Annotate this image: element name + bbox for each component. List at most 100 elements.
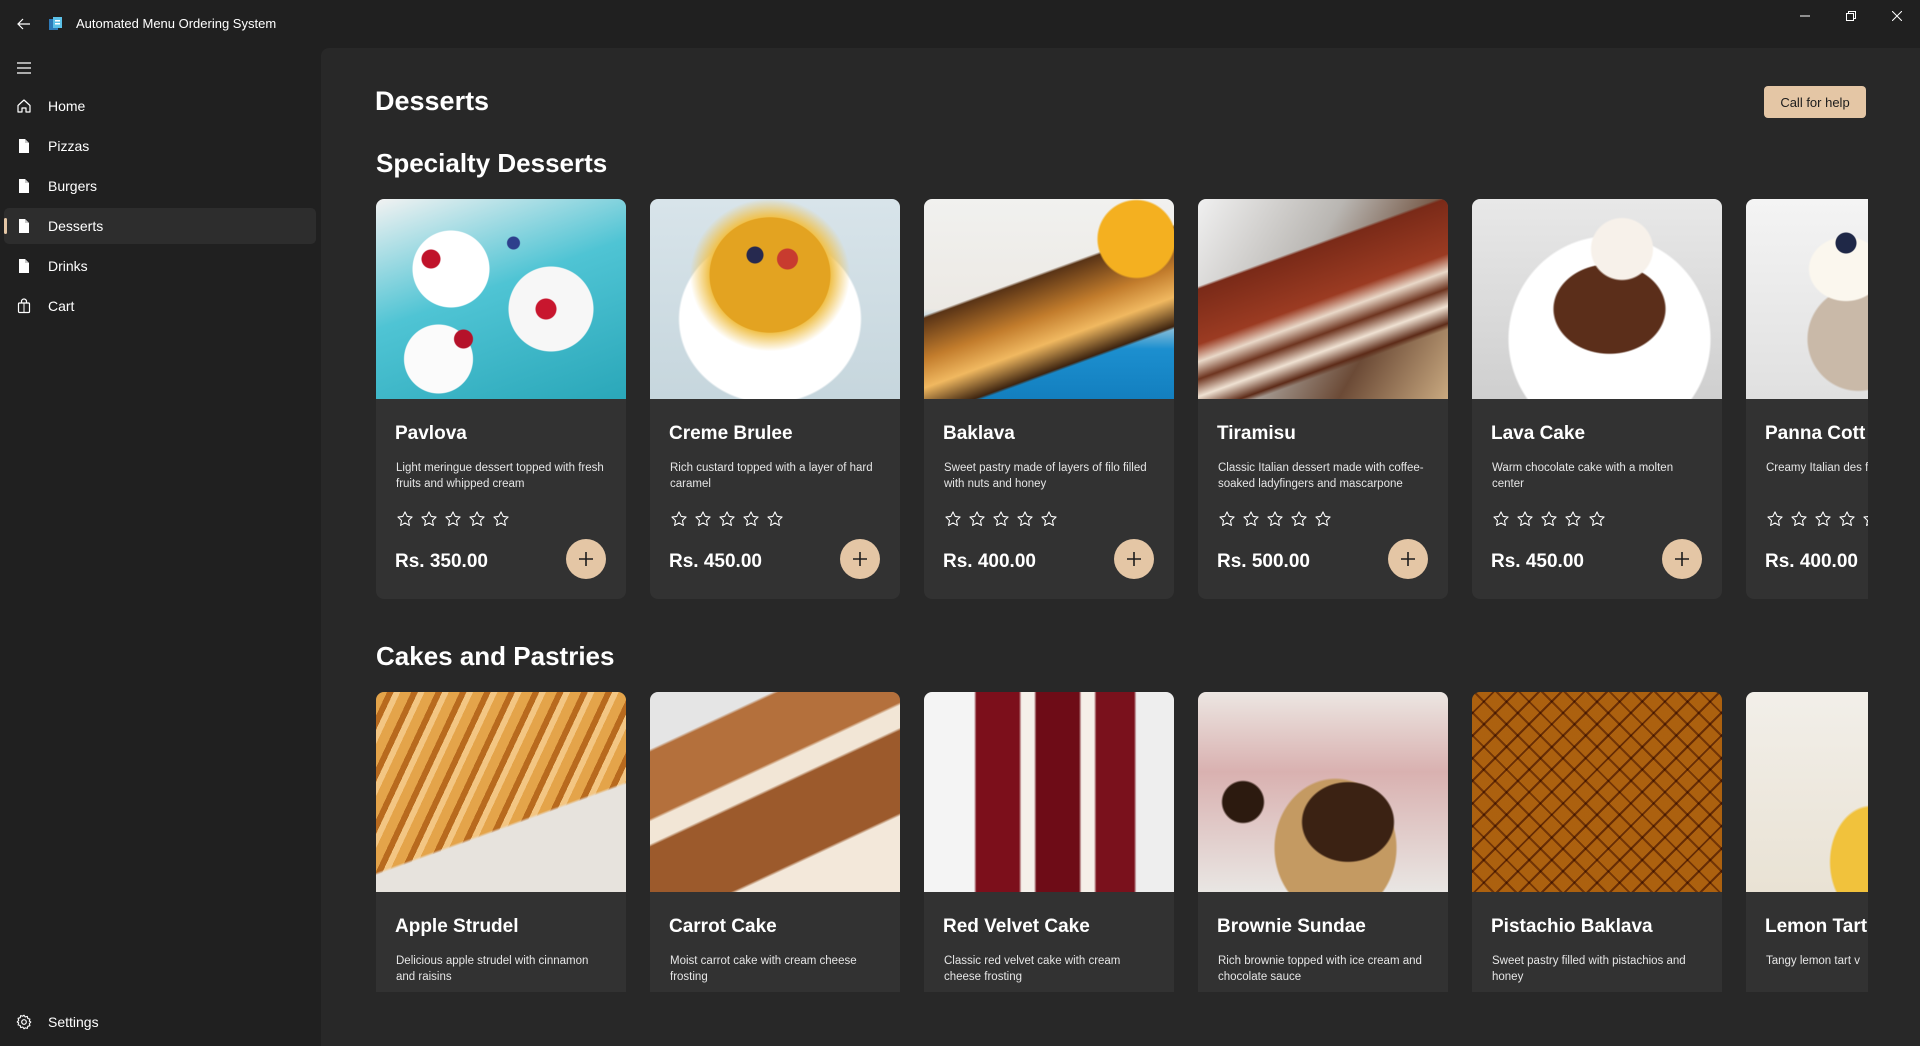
- document-icon: [16, 178, 32, 194]
- item-name: Lemon Tart: [1765, 916, 1868, 937]
- star-icon[interactable]: [1838, 510, 1856, 528]
- sidebar-item-label: Desserts: [48, 218, 104, 234]
- add-to-cart-button[interactable]: [566, 539, 606, 579]
- app-icon: [48, 16, 64, 32]
- star-icon[interactable]: [1790, 510, 1808, 528]
- item-price: Rs. 450.00: [669, 551, 762, 572]
- star-icon[interactable]: [1314, 510, 1332, 528]
- star-icon[interactable]: [1588, 510, 1606, 528]
- star-icon[interactable]: [492, 510, 510, 528]
- home-icon: [16, 98, 32, 114]
- hamburger-menu-icon[interactable]: [12, 56, 36, 80]
- item-description: Creamy Italian des fruit sauce: [1766, 462, 1868, 474]
- star-icon[interactable]: [1242, 510, 1260, 528]
- star-icon[interactable]: [1218, 510, 1236, 528]
- main-content: Desserts Call for help Specialty Dessert…: [321, 48, 1920, 1046]
- star-icon[interactable]: [1540, 510, 1558, 528]
- menu-card: Pavlova Light meringue dessert topped wi…: [376, 199, 626, 599]
- star-icon[interactable]: [718, 510, 736, 528]
- rating-stars[interactable]: [1766, 510, 1868, 528]
- item-name: Creme Brulee: [669, 423, 793, 444]
- item-name: Baklava: [943, 423, 1015, 444]
- sidebar-item-desserts[interactable]: Desserts: [4, 208, 316, 244]
- sidebar-item-settings[interactable]: Settings: [4, 1004, 316, 1040]
- star-icon[interactable]: [1564, 510, 1582, 528]
- title-bar: Automated Menu Ordering System: [0, 0, 1920, 48]
- rating-stars[interactable]: [670, 510, 784, 528]
- section-title: Specialty Desserts: [376, 148, 608, 178]
- close-icon[interactable]: [1874, 0, 1920, 32]
- star-icon[interactable]: [766, 510, 784, 528]
- restore-icon[interactable]: [1828, 0, 1874, 32]
- star-icon[interactable]: [1266, 510, 1284, 528]
- plus-icon: [579, 552, 593, 566]
- item-description: Classic Italian dessert made with coffee…: [1218, 462, 1424, 490]
- back-arrow-icon[interactable]: [12, 12, 36, 36]
- item-description: Tangy lemon tart v: [1766, 955, 1860, 967]
- star-icon[interactable]: [1290, 510, 1308, 528]
- star-icon[interactable]: [468, 510, 486, 528]
- star-icon[interactable]: [1492, 510, 1510, 528]
- menu-card: Lava Cake Warm chocolate cake with a mol…: [1472, 199, 1722, 599]
- cakes-and-pastries-row: Apple Strudel Delicious apple strudel wi…: [376, 692, 1868, 992]
- menu-card: Carrot Cake Moist carrot cake with cream…: [650, 692, 900, 992]
- item-price: Rs. 500.00: [1217, 551, 1310, 572]
- star-icon[interactable]: [444, 510, 462, 528]
- food-image: [1472, 692, 1722, 892]
- star-icon[interactable]: [694, 510, 712, 528]
- add-to-cart-button[interactable]: [1662, 539, 1702, 579]
- menu-card: Red Velvet Cake Classic red velvet cake …: [924, 692, 1174, 992]
- menu-card: Panna Cott Creamy Italian des fruit sauc…: [1746, 199, 1868, 599]
- rating-stars[interactable]: [396, 510, 510, 528]
- star-icon[interactable]: [420, 510, 438, 528]
- star-icon[interactable]: [1040, 510, 1058, 528]
- food-image: [1472, 199, 1722, 399]
- sidebar-item-burgers[interactable]: Burgers: [4, 168, 316, 204]
- star-icon[interactable]: [968, 510, 986, 528]
- item-description: Moist carrot cake with cream cheese fros…: [670, 955, 857, 983]
- item-description: Light meringue dessert topped with fresh…: [396, 462, 604, 490]
- shopping-bag-icon: [16, 298, 32, 314]
- rating-stars[interactable]: [944, 510, 1058, 528]
- specialty-desserts-row: Pavlova Light meringue dessert topped wi…: [376, 199, 1868, 599]
- food-image: [376, 199, 626, 399]
- star-icon[interactable]: [742, 510, 760, 528]
- sidebar-item-cart[interactable]: Cart: [4, 288, 316, 324]
- add-to-cart-button[interactable]: [840, 539, 880, 579]
- item-description: Sweet pastry made of layers of filo fill…: [944, 462, 1147, 490]
- star-icon[interactable]: [670, 510, 688, 528]
- star-icon[interactable]: [1016, 510, 1034, 528]
- star-icon[interactable]: [1862, 510, 1868, 528]
- star-icon[interactable]: [1516, 510, 1534, 528]
- settings-label: Settings: [48, 1014, 99, 1030]
- plus-icon: [853, 552, 867, 566]
- minimize-icon[interactable]: [1782, 0, 1828, 32]
- sidebar-item-pizzas[interactable]: Pizzas: [4, 128, 316, 164]
- rating-stars[interactable]: [1492, 510, 1606, 528]
- food-image: [1198, 692, 1448, 892]
- item-name: Pistachio Baklava: [1491, 916, 1653, 937]
- rating-stars[interactable]: [1218, 510, 1332, 528]
- page-title: Desserts: [375, 86, 490, 116]
- item-name: Carrot Cake: [669, 916, 777, 937]
- gear-icon: [16, 1014, 32, 1030]
- add-to-cart-button[interactable]: [1114, 539, 1154, 579]
- star-icon[interactable]: [944, 510, 962, 528]
- call-for-help-button[interactable]: Call for help: [1764, 86, 1866, 118]
- add-to-cart-button[interactable]: [1388, 539, 1428, 579]
- sidebar-item-home[interactable]: Home: [4, 88, 316, 124]
- star-icon[interactable]: [1814, 510, 1832, 528]
- plus-icon: [1127, 552, 1141, 566]
- food-image: [650, 692, 900, 892]
- sidebar-item-label: Pizzas: [48, 138, 90, 154]
- item-price: Rs. 400.00: [943, 551, 1036, 572]
- sidebar-item-label: Home: [48, 98, 86, 114]
- section-title: Cakes and Pastries: [376, 641, 615, 671]
- menu-card: Pistachio Baklava Sweet pastry filled wi…: [1472, 692, 1722, 992]
- menu-card: Creme Brulee Rich custard topped with a …: [650, 199, 900, 599]
- star-icon[interactable]: [992, 510, 1010, 528]
- sidebar-item-drinks[interactable]: Drinks: [4, 248, 316, 284]
- star-icon[interactable]: [396, 510, 414, 528]
- star-icon[interactable]: [1766, 510, 1784, 528]
- item-description: Rich brownie topped with ice cream and c…: [1218, 955, 1422, 983]
